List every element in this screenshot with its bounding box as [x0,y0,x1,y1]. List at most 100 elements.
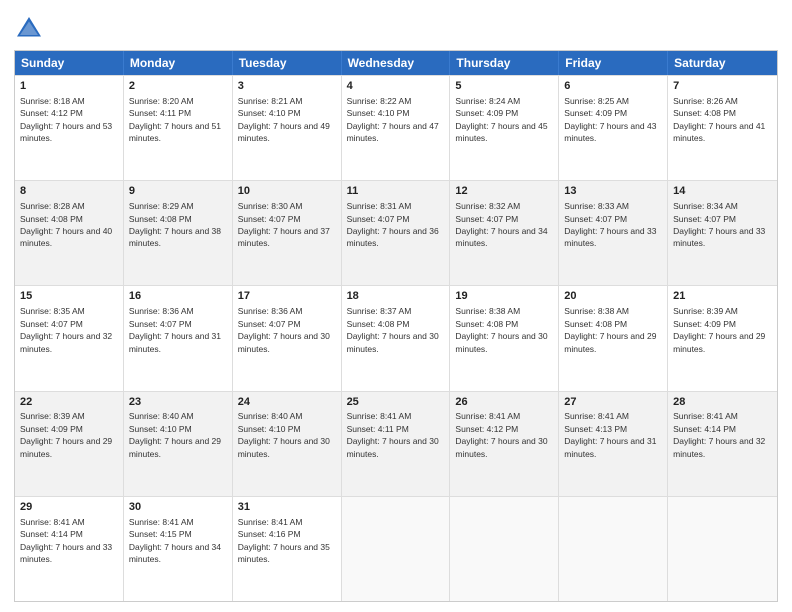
sunrise-text: Sunrise: 8:20 AMSunset: 4:11 PMDaylight:… [129,96,221,143]
day-number: 1 [20,79,118,94]
day-number: 29 [20,500,118,515]
sunrise-text: Sunrise: 8:29 AMSunset: 4:08 PMDaylight:… [129,201,221,248]
cal-day-15: 15Sunrise: 8:35 AMSunset: 4:07 PMDayligh… [15,286,124,390]
cal-day-2: 2 Sunrise: 8:20 AMSunset: 4:11 PMDaylight… [124,76,233,180]
cal-day-21: 21 Sunrise: 8:39 AMSunset: 4:09 PMDayligh… [668,286,777,390]
cal-day-12: 12Sunrise: 8:32 AMSunset: 4:07 PMDayligh… [450,181,559,285]
header [14,10,778,44]
cal-day-6: 6Sunrise: 8:25 AMSunset: 4:09 PMDaylight… [559,76,668,180]
sunrise-text: Sunrise: 8:41 AMSunset: 4:14 PMDaylight:… [20,517,112,564]
cal-day-28: 28Sunrise: 8:41 AMSunset: 4:14 PMDayligh… [668,392,777,496]
page: SundayMondayTuesdayWednesdayThursdayFrid… [0,0,792,612]
day-number: 13 [564,184,662,199]
cal-day-25: 25Sunrise: 8:41 AMSunset: 4:11 PMDayligh… [342,392,451,496]
cal-header-tuesday: Tuesday [233,51,342,75]
cal-header-thursday: Thursday [450,51,559,75]
day-number: 20 [564,289,662,304]
sunrise-text: Sunrise: 8:21 AMSunset: 4:10 PMDaylight:… [238,96,330,143]
day-number: 4 [347,79,445,94]
day-number: 23 [129,395,227,410]
day-number: 8 [20,184,118,199]
day-number: 14 [673,184,772,199]
day-number: 21 [673,289,772,304]
sunrise-text: Sunrise: 8:32 AMSunset: 4:07 PMDaylight:… [455,201,547,248]
cal-day-5: 5 Sunrise: 8:24 AMSunset: 4:09 PMDaylight… [450,76,559,180]
sunrise-text: Sunrise: 8:33 AMSunset: 4:07 PMDaylight:… [564,201,656,248]
cal-day-29: 29 Sunrise: 8:41 AMSunset: 4:14 PMDayligh… [15,497,124,601]
cal-day-16: 16 Sunrise: 8:36 AMSunset: 4:07 PMDayligh… [124,286,233,390]
day-number: 9 [129,184,227,199]
cal-day-11: 11Sunrise: 8:31 AMSunset: 4:07 PMDayligh… [342,181,451,285]
sunrise-text: Sunrise: 8:31 AMSunset: 4:07 PMDaylight:… [347,201,439,248]
sunrise-text: Sunrise: 8:36 AMSunset: 4:07 PMDaylight:… [238,306,330,353]
sunrise-text: Sunrise: 8:40 AMSunset: 4:10 PMDaylight:… [129,411,221,458]
calendar-body: 1 Sunrise: 8:18 AMSunset: 4:12 PMDaylight… [15,75,777,601]
day-number: 10 [238,184,336,199]
day-number: 27 [564,395,662,410]
cal-day-20: 20 Sunrise: 8:38 AMSunset: 4:08 PMDayligh… [559,286,668,390]
cal-day-3: 3 Sunrise: 8:21 AMSunset: 4:10 PMDaylight… [233,76,342,180]
sunrise-text: Sunrise: 8:39 AMSunset: 4:09 PMDaylight:… [20,411,112,458]
logo-icon [14,14,44,44]
sunrise-text: Sunrise: 8:26 AMSunset: 4:08 PMDaylight:… [673,96,765,143]
cal-day-19: 19Sunrise: 8:38 AMSunset: 4:08 PMDayligh… [450,286,559,390]
day-number: 28 [673,395,772,410]
day-number: 5 [455,79,553,94]
cal-day-10: 10 Sunrise: 8:30 AMSunset: 4:07 PMDayligh… [233,181,342,285]
cal-day-23: 23Sunrise: 8:40 AMSunset: 4:10 PMDayligh… [124,392,233,496]
cal-day-26: 26Sunrise: 8:41 AMSunset: 4:12 PMDayligh… [450,392,559,496]
cal-header-monday: Monday [124,51,233,75]
cal-week-5: 29 Sunrise: 8:41 AMSunset: 4:14 PMDayligh… [15,496,777,601]
sunrise-text: Sunrise: 8:24 AMSunset: 4:09 PMDaylight:… [455,96,547,143]
sunrise-text: Sunrise: 8:28 AMSunset: 4:08 PMDaylight:… [20,201,112,248]
day-number: 2 [129,79,227,94]
cal-day-31: 31 Sunrise: 8:41 AMSunset: 4:16 PMDayligh… [233,497,342,601]
cal-day-4: 4Sunrise: 8:22 AMSunset: 4:10 PMDaylight… [342,76,451,180]
day-number: 18 [347,289,445,304]
day-number: 22 [20,395,118,410]
day-number: 3 [238,79,336,94]
cal-day-17: 17Sunrise: 8:36 AMSunset: 4:07 PMDayligh… [233,286,342,390]
sunrise-text: Sunrise: 8:36 AMSunset: 4:07 PMDaylight:… [129,306,221,353]
sunrise-text: Sunrise: 8:41 AMSunset: 4:14 PMDaylight:… [673,411,765,458]
cal-day-1: 1 Sunrise: 8:18 AMSunset: 4:12 PMDaylight… [15,76,124,180]
day-number: 6 [564,79,662,94]
cal-day-24: 24Sunrise: 8:40 AMSunset: 4:10 PMDayligh… [233,392,342,496]
day-number: 30 [129,500,227,515]
sunrise-text: Sunrise: 8:39 AMSunset: 4:09 PMDaylight:… [673,306,765,353]
cal-week-3: 15Sunrise: 8:35 AMSunset: 4:07 PMDayligh… [15,285,777,390]
cal-day-22: 22Sunrise: 8:39 AMSunset: 4:09 PMDayligh… [15,392,124,496]
sunrise-text: Sunrise: 8:35 AMSunset: 4:07 PMDaylight:… [20,306,112,353]
sunrise-text: Sunrise: 8:41 AMSunset: 4:15 PMDaylight:… [129,517,221,564]
sunrise-text: Sunrise: 8:41 AMSunset: 4:11 PMDaylight:… [347,411,439,458]
cal-header-saturday: Saturday [668,51,777,75]
sunrise-text: Sunrise: 8:30 AMSunset: 4:07 PMDaylight:… [238,201,330,248]
cal-day-14: 14Sunrise: 8:34 AMSunset: 4:07 PMDayligh… [668,181,777,285]
cal-week-2: 8 Sunrise: 8:28 AMSunset: 4:08 PMDaylight… [15,180,777,285]
day-number: 16 [129,289,227,304]
cal-day-27: 27Sunrise: 8:41 AMSunset: 4:13 PMDayligh… [559,392,668,496]
sunrise-text: Sunrise: 8:38 AMSunset: 4:08 PMDaylight:… [455,306,547,353]
day-number: 24 [238,395,336,410]
cal-day-8: 8 Sunrise: 8:28 AMSunset: 4:08 PMDaylight… [15,181,124,285]
calendar-header: SundayMondayTuesdayWednesdayThursdayFrid… [15,51,777,75]
sunrise-text: Sunrise: 8:40 AMSunset: 4:10 PMDaylight:… [238,411,330,458]
sunrise-text: Sunrise: 8:38 AMSunset: 4:08 PMDaylight:… [564,306,656,353]
sunrise-text: Sunrise: 8:41 AMSunset: 4:16 PMDaylight:… [238,517,330,564]
cal-empty [668,497,777,601]
cal-empty [342,497,451,601]
cal-header-sunday: Sunday [15,51,124,75]
day-number: 7 [673,79,772,94]
cal-day-18: 18Sunrise: 8:37 AMSunset: 4:08 PMDayligh… [342,286,451,390]
day-number: 31 [238,500,336,515]
cal-header-friday: Friday [559,51,668,75]
logo [14,14,47,44]
cal-empty [559,497,668,601]
calendar: SundayMondayTuesdayWednesdayThursdayFrid… [14,50,778,602]
sunrise-text: Sunrise: 8:41 AMSunset: 4:13 PMDaylight:… [564,411,656,458]
cal-day-13: 13 Sunrise: 8:33 AMSunset: 4:07 PMDayligh… [559,181,668,285]
sunrise-text: Sunrise: 8:18 AMSunset: 4:12 PMDaylight:… [20,96,112,143]
sunrise-text: Sunrise: 8:41 AMSunset: 4:12 PMDaylight:… [455,411,547,458]
cal-header-wednesday: Wednesday [342,51,451,75]
cal-empty [450,497,559,601]
